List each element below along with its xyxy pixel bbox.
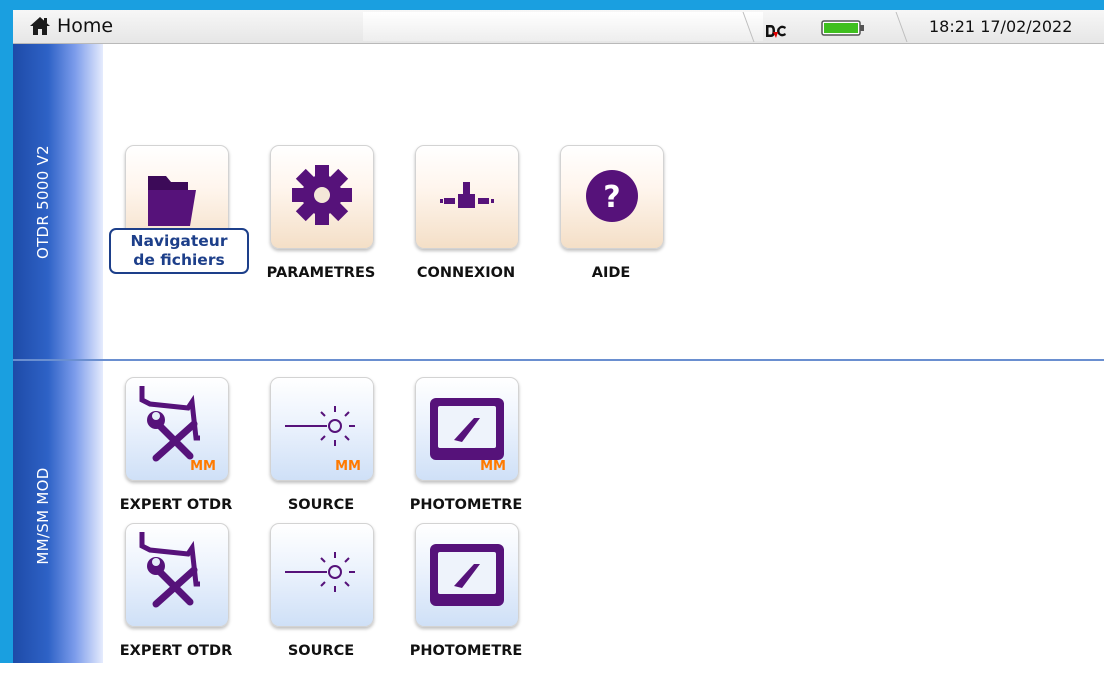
connection-icon xyxy=(440,182,494,208)
window-frame-top xyxy=(0,0,1104,10)
svg-text:?: ? xyxy=(603,180,620,215)
group-tab-otdr[interactable]: OTDR 5000 V2 xyxy=(13,44,103,359)
mm-badge: MM xyxy=(480,459,506,474)
photometer-mm-tile[interactable]: MM PHOTOMETRE xyxy=(394,377,544,537)
group-label: OTDR 5000 V2 xyxy=(34,144,52,260)
expert-otdr-mm-tile[interactable]: MM EXPERT OTDR xyxy=(104,377,254,537)
group-divider xyxy=(13,359,1104,361)
title-tab-area xyxy=(363,12,763,41)
connection-tile[interactable]: CONNEXION xyxy=(394,145,544,305)
expert-otdr-tile[interactable]: EXPERT OTDR xyxy=(104,523,254,683)
tile-label: PARAMETRES xyxy=(266,265,376,281)
otdr-tools-icon xyxy=(139,532,200,608)
dc-power-icon xyxy=(766,25,786,38)
tile-icon-box xyxy=(415,523,519,627)
tile-icon-box xyxy=(415,145,519,249)
tile-label: PHOTOMETRE xyxy=(409,643,523,659)
power-meter-icon xyxy=(430,544,504,606)
source-mm-tile[interactable]: MM SOURCE xyxy=(249,377,399,537)
tile-icon-box: MM xyxy=(125,377,229,481)
source-tile[interactable]: SOURCE xyxy=(249,523,399,683)
help-tile[interactable]: ? AIDE xyxy=(539,145,689,305)
group-tab-mmsm[interactable]: MM/SM MOD xyxy=(13,361,103,663)
tile-icon-box xyxy=(125,523,229,627)
tile-label: AIDE xyxy=(591,265,631,281)
tile-label: SOURCE xyxy=(287,643,355,659)
tile-label: CONNEXION xyxy=(416,265,516,281)
battery-icon xyxy=(821,20,864,36)
tile-label: EXPERT OTDR xyxy=(119,497,233,513)
page-title: Home xyxy=(57,15,114,37)
tile-label: SOURCE xyxy=(287,497,355,513)
tile-label: Navigateur de fichiers xyxy=(109,228,249,274)
title-bar: Home 18:21 17/02/2022 xyxy=(13,10,1104,44)
tile-label: EXPERT OTDR xyxy=(119,643,233,659)
parameters-tile[interactable]: PARAMETRES xyxy=(249,145,399,305)
window-frame-left xyxy=(0,0,13,663)
photometer-tile[interactable]: PHOTOMETRE xyxy=(394,523,544,683)
tile-icon-box xyxy=(270,523,374,627)
help-icon: ? xyxy=(586,170,638,222)
tile-label: PHOTOMETRE xyxy=(409,497,523,513)
light-source-icon xyxy=(285,552,355,592)
clock-datetime: 18:21 17/02/2022 xyxy=(929,17,1073,36)
status-divider xyxy=(895,12,908,42)
file-browser-tile[interactable]: Navigateur de fichiers xyxy=(104,145,254,305)
gear-icon xyxy=(292,165,352,225)
tile-icon-box: MM xyxy=(270,377,374,481)
group-label: MM/SM MOD xyxy=(34,467,52,565)
mm-badge: MM xyxy=(335,459,361,474)
mm-badge: MM xyxy=(190,459,216,474)
tile-icon-box xyxy=(270,145,374,249)
tile-icon-box: MM xyxy=(415,377,519,481)
home-icon[interactable] xyxy=(29,16,51,36)
tile-icon-box: ? xyxy=(560,145,664,249)
